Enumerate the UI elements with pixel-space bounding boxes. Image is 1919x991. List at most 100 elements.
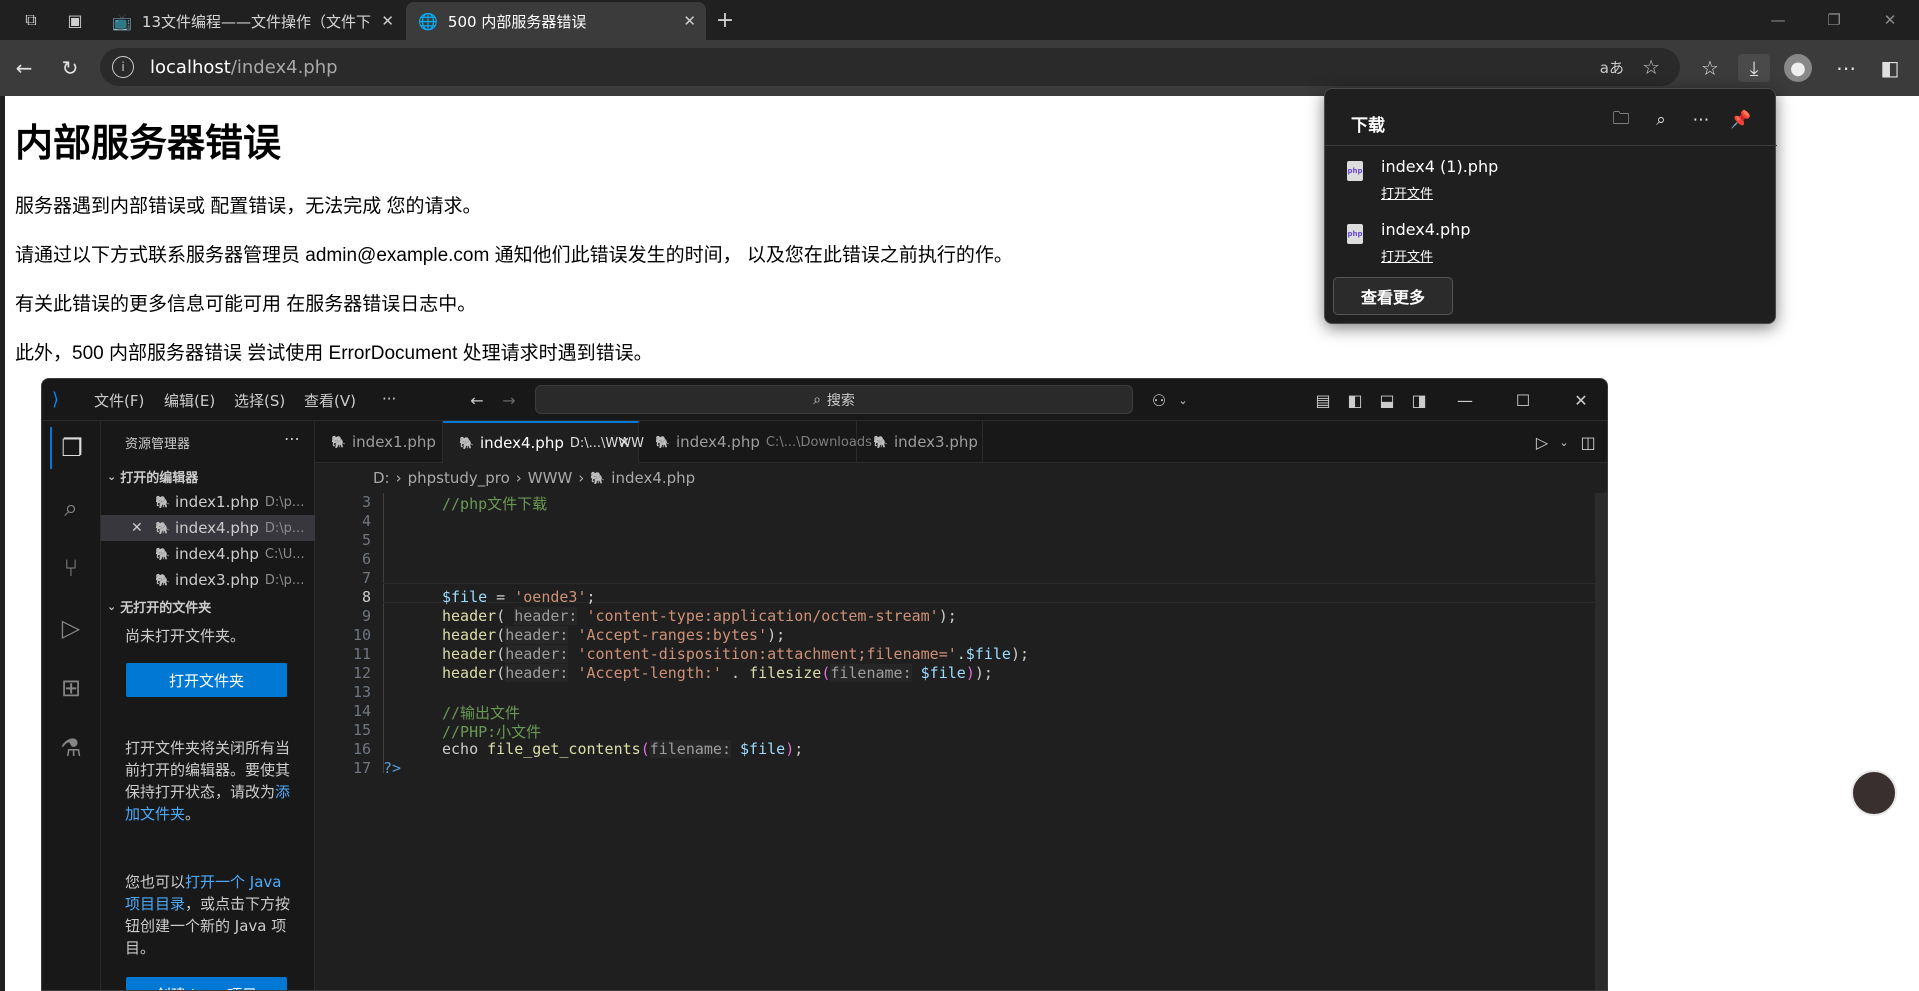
assistant-avatar[interactable] xyxy=(1851,770,1897,816)
favorites-icon[interactable]: ☆ xyxy=(1694,54,1726,82)
workspaces-icon[interactable]: ⧉ xyxy=(18,8,44,32)
site-info-icon[interactable]: i xyxy=(112,56,134,78)
more-menu-icon[interactable]: ⋯ xyxy=(1830,54,1862,82)
editor-scrollbar[interactable] xyxy=(1595,493,1607,990)
editor-more-icon[interactable]: ⋯ xyxy=(1601,431,1607,453)
restore-icon[interactable]: ❐ xyxy=(1814,8,1854,32)
editor-tab-index4-downloads[interactable]: 🐘 index4.php C:\...\Downloads xyxy=(639,421,872,463)
no-folder-message: 尚未打开文件夹。 xyxy=(125,627,246,645)
customize-layout-icon[interactable]: ▤ xyxy=(1310,389,1336,411)
java-project-info: 您也可以打开一个 Java 项目目录，或点击下方按钮创建一个新的 Java 项目… xyxy=(125,873,291,957)
split-editor-icon[interactable]: ◫ xyxy=(1575,431,1601,453)
menu-edit[interactable]: 编辑(E) xyxy=(164,390,215,411)
editor-tab-index3[interactable]: 🐘 index3.php xyxy=(857,421,983,463)
menu-selection[interactable]: 选择(S) xyxy=(234,390,285,411)
chevron-down-icon: ⌄ xyxy=(107,469,117,483)
open-folder-icon[interactable]: 🗀 xyxy=(1607,107,1635,133)
open-file-link[interactable]: 打开文件 xyxy=(1381,246,1433,265)
php-file-icon: 🐘 xyxy=(155,573,170,587)
sidebar-toggle-icon[interactable]: ◧ xyxy=(1874,54,1906,82)
downloads-heading: 下载 xyxy=(1351,116,1385,136)
source-control-icon[interactable]: ⑂ xyxy=(50,547,92,589)
toggle-panel-icon[interactable]: ⬓ xyxy=(1374,389,1400,411)
close-tab-icon[interactable]: ✕ xyxy=(618,435,630,451)
code-line: echo file_get_contents(filename: $file); xyxy=(442,740,804,758)
vscode-close-icon[interactable]: ✕ xyxy=(1568,389,1594,411)
menu-file[interactable]: 文件(F) xyxy=(94,390,144,411)
nav-back-icon[interactable]: ← xyxy=(464,389,490,411)
command-center-search[interactable]: ⌕ 搜索 xyxy=(535,385,1133,414)
breadcrumb-item[interactable]: WWW xyxy=(528,469,573,487)
toggle-secondary-sidebar-icon[interactable]: ◨ xyxy=(1406,389,1432,411)
profile-avatar-icon[interactable]: ● xyxy=(1784,54,1812,82)
open-editor-item[interactable]: 🐘 index4.php C:\U... xyxy=(101,541,315,567)
browser-tab-500-error[interactable]: 🌐 500 内部服务器错误 ✕ xyxy=(406,2,706,40)
search-view-icon[interactable]: ⌕ xyxy=(50,487,92,529)
nav-forward-icon[interactable]: → xyxy=(496,389,522,411)
close-editor-icon[interactable]: ✕ xyxy=(131,520,151,536)
no-folder-section[interactable]: ⌄ 无打开的文件夹 xyxy=(101,593,315,619)
php-file-icon: php xyxy=(1347,224,1363,244)
php-file-icon: 🐘 xyxy=(590,471,606,485)
see-more-button[interactable]: 查看更多 xyxy=(1333,277,1453,315)
open-editor-item[interactable]: ✕ 🐘 index4.php D:\p... xyxy=(101,515,315,541)
back-icon[interactable]: ← xyxy=(8,54,40,82)
search-downloads-icon[interactable]: ⌕ xyxy=(1647,107,1675,133)
php-file-icon: 🐘 xyxy=(459,436,474,450)
breadcrumb-item[interactable]: D: xyxy=(373,469,390,487)
editor-tab-index1[interactable]: 🐘 index1.php xyxy=(315,421,443,463)
menu-more[interactable]: ··· xyxy=(382,390,396,408)
url-path: /index4.php xyxy=(230,56,338,78)
breadcrumb-item[interactable]: phpstudy_pro xyxy=(408,469,510,487)
tab-actions-icon[interactable]: ▣ xyxy=(62,8,88,32)
globe-icon: 🌐 xyxy=(418,11,438,31)
pin-icon[interactable]: 📌 xyxy=(1727,107,1755,133)
open-editors-section[interactable]: ⌄ 打开的编辑器 xyxy=(101,463,315,489)
breadcrumb-item[interactable]: index4.php xyxy=(611,469,695,487)
explorer-icon[interactable]: ❐ xyxy=(50,427,92,469)
downloads-icon[interactable]: ⤓ xyxy=(1738,54,1770,82)
line-number: 16 xyxy=(352,740,371,758)
browser-tab-file-programming[interactable]: 📺 13文件编程——文件操作（文件下 ✕ xyxy=(100,2,404,40)
chevron-down-icon[interactable]: ⌄ xyxy=(1551,431,1577,453)
code-editor[interactable]: 3 4 5 6 7 8 9 10 11 12 13 14 15 16 17 //… xyxy=(315,493,1607,990)
editor-tab-index4-www[interactable]: 🐘 index4.php D:\...\WWW ✕ xyxy=(443,421,644,463)
minimize-icon[interactable]: — xyxy=(1758,8,1798,32)
open-editor-item[interactable]: 🐘 index3.php D:\p... xyxy=(101,567,315,593)
open-file-link[interactable]: 打开文件 xyxy=(1381,183,1433,202)
menu-view[interactable]: 查看(V) xyxy=(304,390,356,411)
open-folder-info: 打开文件夹将关闭所有当前打开的编辑器。要使其保持打开状态，请改为添加文件夹。 xyxy=(125,739,291,823)
open-editor-item[interactable]: 🐘 index1.php D:\p... xyxy=(101,489,315,515)
create-java-project-button[interactable]: 创建 Java 项目 xyxy=(126,977,287,990)
close-tab-icon[interactable]: ✕ xyxy=(381,12,394,30)
code-line: header( header: 'content-type:applicatio… xyxy=(442,607,957,625)
php-file-icon: 🐘 xyxy=(155,521,170,535)
copilot-icon[interactable]: ⚇ xyxy=(1146,389,1172,411)
testing-icon[interactable]: ⚗ xyxy=(50,727,92,769)
close-window-icon[interactable]: ✕ xyxy=(1870,8,1910,32)
code-line: //php文件下载 xyxy=(442,495,548,513)
close-tab-icon[interactable]: ✕ xyxy=(683,12,696,30)
read-aloud-icon[interactable]: aあ xyxy=(1600,57,1624,78)
extensions-icon[interactable]: ⊞ xyxy=(50,667,92,709)
vscode-minimize-icon[interactable]: — xyxy=(1452,389,1478,411)
vscode-maximize-icon[interactable]: ☐ xyxy=(1510,389,1536,411)
chevron-down-icon[interactable]: ⌄ xyxy=(1170,389,1196,411)
download-item[interactable]: php index4.php 打开文件 xyxy=(1345,218,1765,274)
address-bar[interactable]: i localhost/index4.php aあ ☆ xyxy=(100,48,1680,86)
download-file-name: index4 (1).php xyxy=(1381,157,1499,176)
breadcrumb: D: › phpstudy_pro › WWW › 🐘 index4.php xyxy=(315,463,1607,493)
refresh-icon[interactable]: ↻ xyxy=(54,54,86,82)
new-tab-icon[interactable]: + xyxy=(712,8,738,33)
run-debug-icon[interactable]: ▷ xyxy=(50,607,92,649)
chevron-down-icon: ⌄ xyxy=(107,599,117,613)
explorer-more-icon[interactable]: ⋯ xyxy=(284,429,300,448)
open-folder-button[interactable]: 打开文件夹 xyxy=(126,663,287,697)
more-options-icon[interactable]: ⋯ xyxy=(1687,107,1715,133)
chevron-right-icon: › xyxy=(395,469,402,487)
favorite-star-icon[interactable]: ☆ xyxy=(1642,55,1660,79)
vscode-window: ⟩ 文件(F) 编辑(E) 选择(S) 查看(V) ··· ← → ⌕ 搜索 ⚇… xyxy=(41,378,1608,991)
download-item[interactable]: php index4 (1).php 打开文件 xyxy=(1345,155,1765,211)
url-host: localhost xyxy=(150,56,231,78)
toggle-sidebar-icon[interactable]: ◧ xyxy=(1342,389,1368,411)
